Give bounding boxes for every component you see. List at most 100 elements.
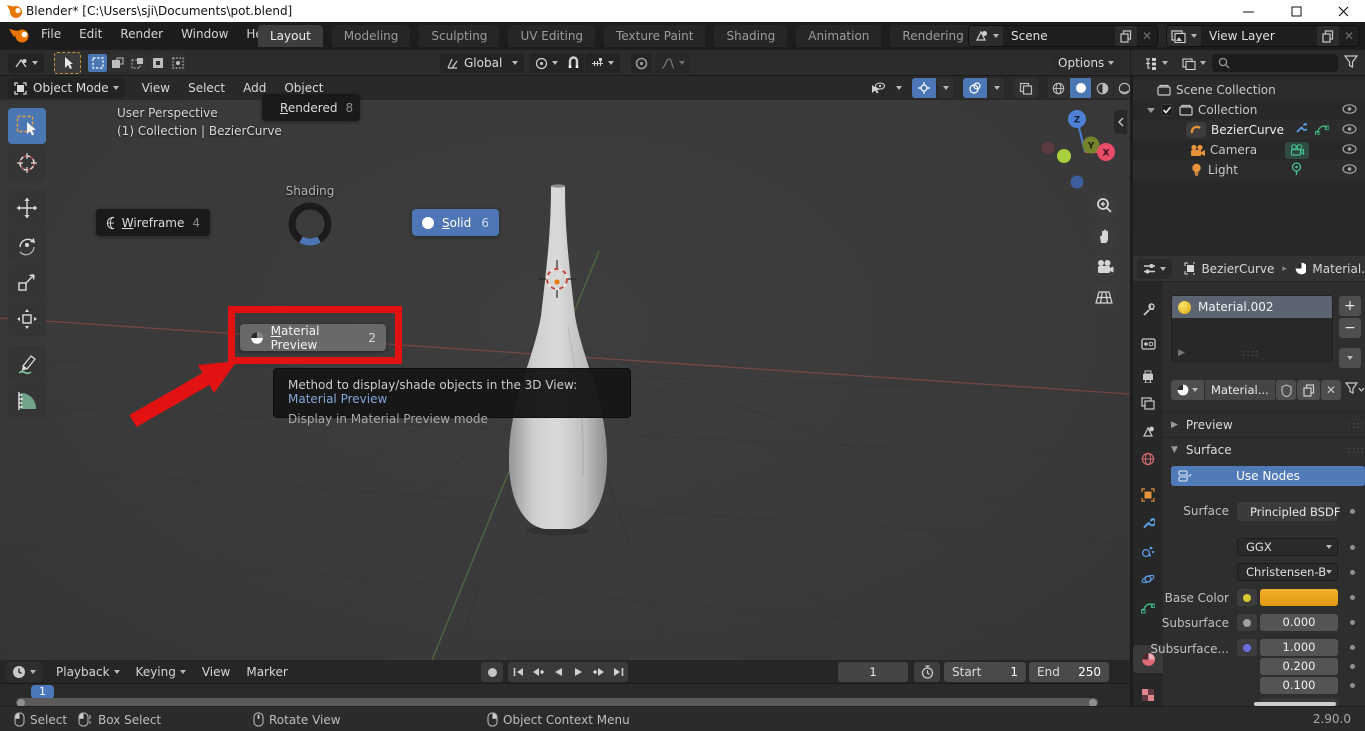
breadcrumb-object[interactable]: BezierCurve xyxy=(1201,262,1274,276)
decorator-dot[interactable] xyxy=(1350,620,1355,625)
tab-rendering[interactable]: Rendering xyxy=(890,25,975,47)
pan-button[interactable] xyxy=(1091,223,1117,249)
show-object-types-dropdown[interactable] xyxy=(864,78,890,98)
ortho-toggle-button[interactable] xyxy=(1091,284,1117,310)
distribution-dropdown[interactable]: GGX xyxy=(1237,538,1338,556)
tab-animation[interactable]: Animation xyxy=(796,25,881,47)
select-mode-set[interactable] xyxy=(88,54,107,72)
surface-shader-button[interactable]: Principled BSDF xyxy=(1237,502,1338,521)
select-mode-subtract[interactable] xyxy=(128,54,147,72)
jump-to-end-button[interactable] xyxy=(608,662,628,682)
tab-layout[interactable]: Layout xyxy=(258,25,323,47)
search-input[interactable] xyxy=(1234,57,1324,69)
slot-list-expand-icon[interactable]: ▶ xyxy=(1178,348,1185,358)
outliner-row-light[interactable]: Light xyxy=(1133,160,1365,180)
add-material-slot-button[interactable]: + xyxy=(1339,296,1361,316)
shading-wireframe-button[interactable] xyxy=(1048,78,1069,98)
keying-menu[interactable]: Keying xyxy=(128,665,194,679)
decorator-dot[interactable] xyxy=(1350,509,1355,514)
tab-modeling[interactable]: Modeling xyxy=(332,25,411,47)
copy-scene-button[interactable] xyxy=(1115,26,1137,46)
gizmos-dropdown[interactable] xyxy=(938,78,953,98)
tab-render[interactable] xyxy=(1133,330,1163,358)
select-mode-intersect[interactable] xyxy=(168,54,187,72)
tool-move[interactable] xyxy=(8,190,46,226)
fake-user-button[interactable] xyxy=(1276,380,1296,400)
pie-option-rendered[interactable]: Rendered 8 xyxy=(262,94,360,121)
tab-scene[interactable] xyxy=(1133,417,1163,445)
radius-z-field[interactable]: 0.100 xyxy=(1260,677,1338,694)
outliner-row-camera[interactable]: Camera xyxy=(1133,140,1365,160)
use-nodes-button[interactable]: Use Nodes xyxy=(1171,466,1365,486)
radius-y-field[interactable]: 0.200 xyxy=(1260,658,1338,675)
preview-panel-header[interactable]: ▶Preview :::: xyxy=(1171,414,1365,436)
new-material-button[interactable] xyxy=(1297,380,1320,400)
outliner-row-beziercurve[interactable]: BezierCurve xyxy=(1133,120,1365,140)
close-button[interactable] xyxy=(1328,2,1358,20)
properties-editor-type-button[interactable] xyxy=(1137,259,1172,279)
material-name-field[interactable]: Material... xyxy=(1205,380,1275,400)
menu-render[interactable]: Render xyxy=(111,23,172,45)
decorator-dot[interactable] xyxy=(1350,595,1355,600)
view-layer-icon[interactable] xyxy=(1167,26,1201,46)
view-menu-timeline[interactable]: View xyxy=(194,665,238,679)
zoom-button[interactable] xyxy=(1091,192,1117,218)
tool-annotate[interactable] xyxy=(8,346,46,382)
start-frame-field[interactable]: Start 1 xyxy=(944,662,1026,682)
play-reverse-button[interactable] xyxy=(548,662,568,682)
overlays-dropdown[interactable] xyxy=(989,78,1004,98)
end-frame-field[interactable]: End 250 xyxy=(1029,662,1109,682)
outliner-filter-button[interactable] xyxy=(1344,55,1360,73)
gizmos-toggle[interactable] xyxy=(912,78,936,98)
next-keyframe-button[interactable] xyxy=(588,662,608,682)
tab-uv-editing[interactable]: UV Editing xyxy=(508,25,595,47)
shading-solid-button[interactable] xyxy=(1070,78,1091,98)
material-slot-row[interactable]: Material.002 xyxy=(1172,296,1332,318)
view-menu[interactable]: View xyxy=(133,81,179,95)
outliner-display-mode-button[interactable] xyxy=(1176,53,1212,73)
pivot-point-dropdown[interactable] xyxy=(529,53,564,73)
tool-transform[interactable] xyxy=(8,301,46,337)
tab-particles[interactable] xyxy=(1133,537,1163,565)
base-color-swatch[interactable] xyxy=(1260,589,1338,606)
snap-settings-dropdown[interactable] xyxy=(585,53,620,73)
decorator-dot[interactable] xyxy=(1350,570,1355,575)
timeline-editor-type-button[interactable] xyxy=(6,662,42,682)
view-layer-selector[interactable]: View Layer ✕ xyxy=(1166,25,1360,47)
breadcrumb-material[interactable]: Material. xyxy=(1312,262,1365,276)
overlays-toggle[interactable] xyxy=(963,78,987,98)
browse-material-button[interactable] xyxy=(1171,380,1204,400)
tool-measure[interactable] xyxy=(8,383,46,419)
tab-sculpting[interactable]: Sculpting xyxy=(419,25,499,47)
3d-viewport[interactable]: Object Mode View Select Add Object xyxy=(0,76,1130,660)
menu-window[interactable]: Window xyxy=(172,23,237,45)
eye-icon[interactable] xyxy=(1342,123,1357,137)
tab-texture-paint[interactable]: Texture Paint xyxy=(604,25,705,47)
view-layer-name[interactable]: View Layer xyxy=(1201,29,1317,43)
scene-name[interactable]: Scene xyxy=(1003,29,1115,43)
tool-select-box[interactable] xyxy=(8,108,46,144)
eye-icon[interactable] xyxy=(1342,103,1357,117)
add-menu[interactable]: Add xyxy=(234,81,275,95)
subsurface-method-dropdown[interactable]: Christensen-Bur... xyxy=(1237,563,1338,581)
unlink-scene-icon[interactable]: ✕ xyxy=(1137,26,1157,46)
scene-selector[interactable]: Scene ✕ xyxy=(968,25,1158,47)
playhead[interactable]: 1 xyxy=(31,685,54,699)
checkbox-checked-icon[interactable] xyxy=(1161,104,1173,116)
options-dropdown[interactable]: Options xyxy=(1052,53,1120,73)
eye-icon[interactable] xyxy=(1342,143,1357,157)
outliner-editor-type-button[interactable] xyxy=(1138,53,1174,73)
pie-option-wireframe[interactable]: Wireframe 4 xyxy=(96,209,210,236)
decorator-dot[interactable] xyxy=(1350,645,1355,650)
select-mode-extend[interactable] xyxy=(108,54,127,72)
tab-output[interactable] xyxy=(1133,362,1163,390)
scene-icon[interactable] xyxy=(969,26,1003,46)
active-tool-button[interactable] xyxy=(54,52,81,74)
proportional-editing-toggle[interactable] xyxy=(631,53,652,73)
tool-cursor[interactable] xyxy=(8,145,46,181)
proportional-falloff-dropdown[interactable] xyxy=(655,53,691,73)
camera-view-button[interactable] xyxy=(1091,254,1117,280)
base-color-socket[interactable] xyxy=(1237,589,1257,606)
remove-material-slot-button[interactable]: − xyxy=(1339,318,1361,338)
auto-keyframe-stopwatch-button[interactable] xyxy=(914,662,940,682)
